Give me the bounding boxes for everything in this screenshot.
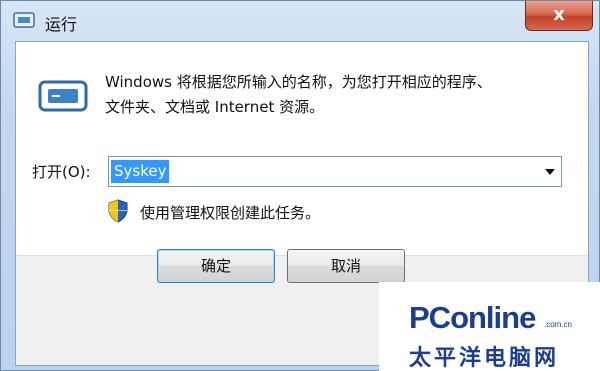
open-input[interactable]: Syskey [111,160,170,183]
pconline-watermark: PConline .com.cn 太平洋电脑网 [379,282,600,371]
run-dialog: 运行 x Windows 将根据您所输入的名称，为您打开相应的程序、 文件夹、文… [0,0,600,371]
run-program-icon [13,12,35,28]
open-label: 打开(O): [32,163,91,181]
run-program-icon [38,80,88,112]
admin-note: 使用管理权限创建此任务。 [140,204,321,222]
uac-shield-icon [108,199,128,223]
ok-button[interactable]: 确定 [157,249,275,283]
description-line-2: 文件夹、文档或 Internet 资源。 [105,98,325,116]
watermark-logo: PConline [409,300,536,335]
window-title: 运行 [45,15,78,34]
close-button[interactable]: x [525,1,593,31]
cancel-button[interactable]: 取消 [287,249,405,283]
watermark-domain: .com.cn [544,320,573,329]
description-line-1: Windows 将根据您所输入的名称，为您打开相应的程序、 [105,73,492,91]
dropdown-arrow-icon[interactable] [545,169,555,175]
close-icon: x [553,4,565,25]
watermark-subtitle: 太平洋电脑网 [409,346,560,371]
title-bar[interactable]: 运行 x [1,1,600,39]
description-text: Windows 将根据您所输入的名称，为您打开相应的程序、 文件夹、文档或 In… [105,70,575,120]
open-combobox[interactable]: Syskey [108,156,562,187]
